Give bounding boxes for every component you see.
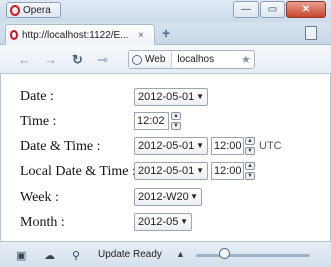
time-input[interactable]: 12:02 [134, 112, 169, 130]
key-icon[interactable]: ⊸ [97, 52, 108, 68]
datetime-time-stepper[interactable]: ▲ ▼ [245, 137, 255, 155]
datetime-time-input[interactable]: 12:00 [211, 137, 244, 155]
date-value: 2012-05-01 [138, 91, 195, 103]
panel-toggle-icon[interactable]: ▣ [16, 249, 26, 262]
forward-icon[interactable]: → [44, 52, 57, 67]
week-picker[interactable]: 2012-W20 ▼ [134, 188, 202, 206]
opera-logo-icon [10, 4, 20, 16]
month-value: 2012-05 [138, 216, 179, 228]
stepper-down-icon[interactable]: ▼ [171, 122, 181, 130]
navigation-bar: ← → ↻ ⊸ Web localhos ★ [0, 45, 331, 74]
stepper-up-icon[interactable]: ▲ [171, 112, 181, 120]
date-label: Date : [20, 89, 54, 104]
local-datetime-time-value: 12:00 [214, 165, 242, 177]
opera-menu-button[interactable]: Opera [6, 2, 61, 18]
datetime-date-picker[interactable]: 2012-05-01 ▼ [134, 137, 208, 155]
tab-close-icon[interactable]: × [138, 30, 144, 41]
cloud-icon[interactable]: ☁ [44, 249, 55, 262]
address-bar[interactable]: Web localhos ★ [128, 50, 255, 69]
address-scope-button[interactable]: Web [129, 51, 173, 68]
trash-icon[interactable] [305, 26, 317, 40]
chevron-down-icon: ▼ [196, 166, 204, 175]
datetime-label: Date & Time : [20, 139, 101, 154]
tab-localhost[interactable]: http://localhost:1122/E... × [5, 24, 155, 45]
opera-favicon-icon [10, 30, 18, 40]
local-datetime-date-value: 2012-05-01 [138, 165, 195, 177]
timezone-label: UTC [259, 140, 282, 152]
stepper-down-icon[interactable]: ▼ [245, 147, 255, 155]
address-scope-label: Web [145, 54, 166, 65]
week-label: Week : [20, 190, 59, 205]
new-tab-icon[interactable]: + [162, 25, 170, 41]
back-icon[interactable]: ← [18, 52, 31, 67]
bookmark-star-icon[interactable]: ★ [241, 53, 254, 66]
time-label: Time : [20, 114, 57, 129]
update-status-text[interactable]: Update Ready [98, 249, 162, 260]
chevron-down-icon: ▼ [196, 141, 204, 150]
page-content: Date : 2012-05-01 ▼ Time : 12:02 ▲ ▼ Dat… [0, 74, 331, 241]
opera-menu-label: Opera [23, 4, 51, 16]
datetime-date-value: 2012-05-01 [138, 140, 195, 152]
globe-icon [132, 54, 142, 65]
minimize-button[interactable]: — [233, 1, 259, 18]
month-picker[interactable]: 2012-05 ▼ [134, 213, 192, 231]
time-value: 12:02 [137, 115, 165, 127]
stepper-down-icon[interactable]: ▼ [245, 172, 255, 180]
zoom-slider-thumb[interactable] [219, 248, 230, 259]
title-bar: Opera — ▭ ✕ [0, 0, 331, 22]
local-datetime-date-picker[interactable]: 2012-05-01 ▼ [134, 162, 208, 180]
address-field[interactable]: localhos [172, 54, 241, 65]
zoom-slider-track[interactable] [196, 254, 310, 257]
tab-title: http://localhost:1122/E... [22, 29, 129, 41]
date-picker[interactable]: 2012-05-01 ▼ [134, 88, 208, 106]
chevron-down-icon: ▼ [196, 92, 204, 101]
datetime-time-value: 12:00 [214, 140, 242, 152]
reload-icon[interactable]: ↻ [72, 52, 83, 68]
chevron-down-icon: ▼ [190, 192, 198, 201]
stepper-up-icon[interactable]: ▲ [245, 162, 255, 170]
local-datetime-label: Local Date & Time : [20, 164, 136, 179]
maximize-button[interactable]: ▭ [260, 1, 285, 18]
local-datetime-time-input[interactable]: 12:00 [211, 162, 244, 180]
week-value: 2012-W20 [138, 191, 189, 203]
local-datetime-time-stepper[interactable]: ▲ ▼ [245, 162, 255, 180]
time-stepper[interactable]: ▲ ▼ [171, 112, 181, 130]
close-window-button[interactable]: ✕ [286, 1, 326, 18]
stepper-up-icon[interactable]: ▲ [245, 137, 255, 145]
chevron-down-icon: ▼ [180, 217, 188, 226]
status-bar: ▣ ☁ ⚲ Update Ready ▲ [0, 241, 331, 267]
caret-up-icon[interactable]: ▲ [176, 249, 185, 259]
month-label: Month : [20, 215, 65, 230]
unite-icon[interactable]: ⚲ [72, 249, 80, 262]
